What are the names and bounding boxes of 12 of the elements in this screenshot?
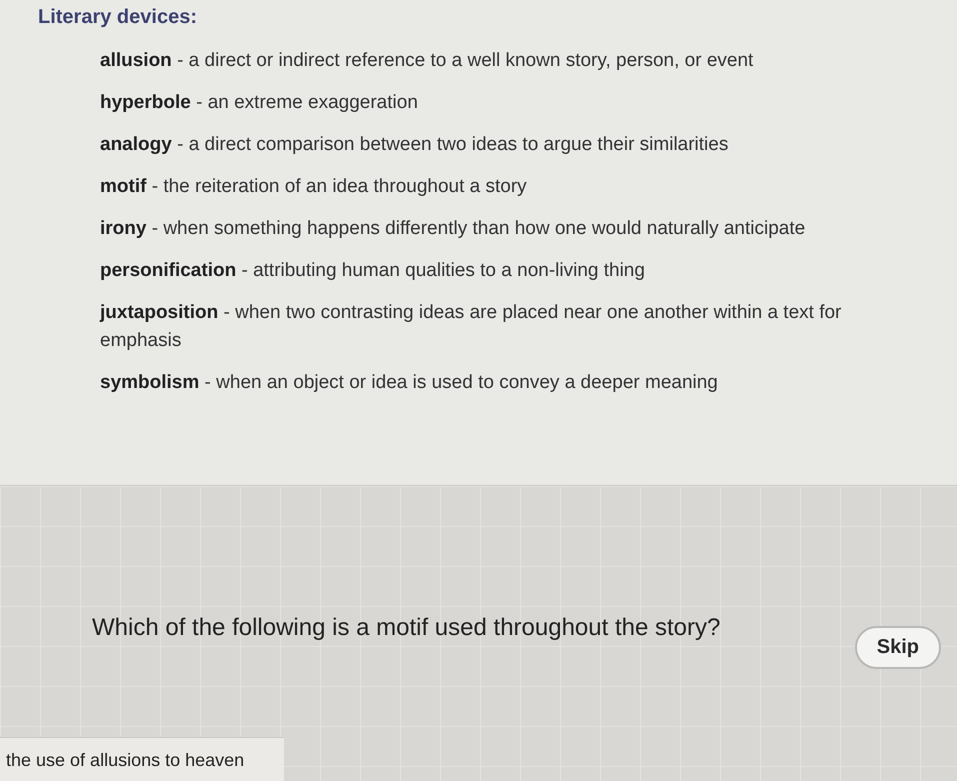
device-definition: allusion - a direct or indirect reference to a well known story, person, or event xyxy=(100,49,754,73)
answer-option[interactable]: the use of allusions to heaven xyxy=(0,737,284,781)
device-definition: irony - when something happens differently than how one would naturally anticipate xyxy=(100,217,806,241)
skip-button[interactable]: Skip xyxy=(854,626,941,669)
device-definition: symbolism - when an object or idea is used to convey a deeper meaning xyxy=(100,371,719,395)
device-definition: analogy - a direct comparison between two ideas to argue their similarities xyxy=(100,133,730,157)
device-definition: juxtaposition - when two contrasting ideas are placed near one another within a text for emphasis xyxy=(100,301,842,353)
device-definition: hyperbole - an extreme exaggeration xyxy=(100,91,419,115)
question-text: Which of the following is a motif used throughout the story? xyxy=(92,614,720,642)
section-heading: Literary devices: xyxy=(38,6,198,29)
device-definition: personification - attributing human qualities to a non-living thing xyxy=(100,259,646,283)
device-definition: motif - the reiteration of an idea throughout a story xyxy=(100,175,528,199)
